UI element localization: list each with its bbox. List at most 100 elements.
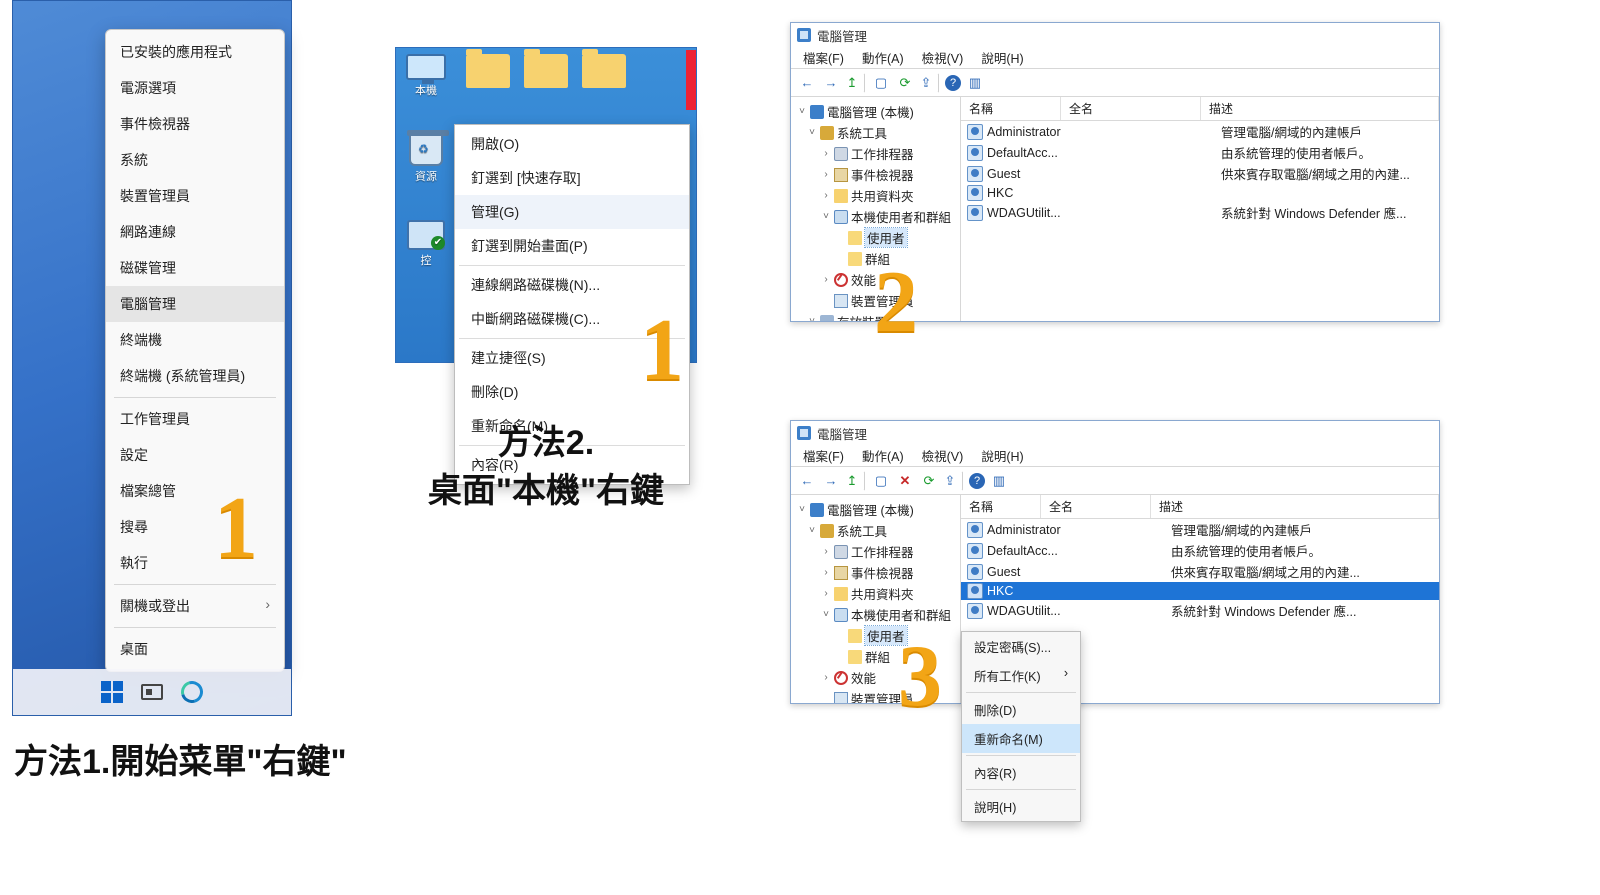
forward-button[interactable]: →: [821, 73, 841, 93]
winx-item[interactable]: 桌面: [106, 631, 284, 667]
winx-item[interactable]: 事件檢視器: [106, 106, 284, 142]
help-button[interactable]: ?: [969, 473, 985, 489]
ctx-item[interactable]: 開啟(O): [455, 127, 689, 161]
menu-item[interactable]: 說明(H): [973, 444, 1031, 467]
control-panel-icon[interactable]: 控: [404, 220, 448, 268]
delete-button[interactable]: ✕: [895, 471, 915, 491]
user-row[interactable]: HKC: [961, 184, 1439, 202]
collapse-icon[interactable]: ˅: [821, 211, 831, 222]
collapse-icon[interactable]: ˅: [821, 609, 831, 620]
col-fullname[interactable]: 全名: [1061, 97, 1201, 120]
user-row[interactable]: WDAGUtilit...系統針對 Windows Defender 應...: [961, 600, 1439, 621]
back-button[interactable]: ←: [797, 73, 817, 93]
tree-node[interactable]: ˅電腦管理 (本機): [793, 499, 958, 520]
expand-icon[interactable]: ›: [821, 148, 831, 159]
up-button[interactable]: ↥: [845, 471, 865, 491]
extra-button[interactable]: ▥: [989, 471, 1009, 491]
winx-item[interactable]: 設定: [106, 437, 284, 473]
menu-item[interactable]: 檢視(V): [914, 444, 972, 467]
col-name[interactable]: 名稱: [961, 495, 1041, 518]
recycle-bin-icon[interactable]: ♻資源: [404, 134, 448, 184]
user-row[interactable]: Guest供來賓存取電腦/網域之用的內建...: [961, 163, 1439, 184]
expand-icon[interactable]: ›: [821, 169, 831, 180]
refresh-button[interactable]: ⟳: [895, 73, 915, 93]
tree-node[interactable]: ˅電腦管理 (本機): [793, 101, 958, 122]
winx-item[interactable]: 系統: [106, 142, 284, 178]
start-button[interactable]: [101, 681, 123, 703]
col-fullname[interactable]: 全名: [1041, 495, 1151, 518]
taskview-icon[interactable]: [141, 684, 163, 700]
menu-item[interactable]: 檔案(F): [795, 444, 852, 467]
expand-icon[interactable]: ›: [821, 672, 831, 683]
back-button[interactable]: ←: [797, 471, 817, 491]
expand-icon[interactable]: ›: [821, 588, 831, 599]
winx-item[interactable]: 裝置管理員: [106, 178, 284, 214]
tree-node[interactable]: ›工作排程器: [793, 541, 958, 562]
ctx-item[interactable]: 設定密碼(S)...: [962, 632, 1080, 661]
user-row[interactable]: DefaultAcc...由系統管理的使用者帳戶。: [961, 540, 1439, 561]
winx-item[interactable]: 電腦管理: [106, 286, 284, 322]
col-desc[interactable]: 描述: [1151, 495, 1439, 518]
winx-item[interactable]: 磁碟管理: [106, 250, 284, 286]
folder-icon[interactable]: [582, 54, 626, 88]
up-button[interactable]: ↥: [845, 73, 865, 93]
ctx-item[interactable]: 所有工作(K): [962, 661, 1080, 690]
folder-icon[interactable]: [466, 54, 510, 88]
tree-node[interactable]: ›共用資料夾: [793, 583, 958, 604]
this-pc-icon[interactable]: 本機: [404, 54, 448, 98]
menu-item[interactable]: 動作(A): [854, 46, 912, 69]
expand-icon[interactable]: ›: [821, 546, 831, 557]
export-button[interactable]: ⇪: [919, 73, 939, 93]
expand-icon[interactable]: ˅: [797, 106, 807, 117]
expand-icon[interactable]: ›: [821, 567, 831, 578]
ctx-item[interactable]: 釘選到開始畫面(P): [455, 229, 689, 263]
winx-item[interactable]: 網路連線: [106, 214, 284, 250]
user-row[interactable]: Administrator管理電腦/網域的內建帳戶: [961, 121, 1439, 142]
tree-node[interactable]: ˅系統工具: [793, 520, 958, 541]
ctx-item[interactable]: 內容(R): [962, 758, 1080, 787]
winx-item[interactable]: 終端機: [106, 322, 284, 358]
user-row[interactable]: DefaultAcc...由系統管理的使用者帳戶。: [961, 142, 1439, 163]
props-button[interactable]: ▢: [871, 73, 891, 93]
collapse-icon[interactable]: ˅: [807, 316, 817, 321]
folder-icon[interactable]: [524, 54, 568, 88]
expand-icon[interactable]: ›: [821, 190, 831, 201]
winx-item[interactable]: 終端機 (系統管理員): [106, 358, 284, 394]
collapse-icon[interactable]: ˅: [807, 127, 817, 138]
ctx-item[interactable]: 說明(H): [962, 792, 1080, 821]
ctx-item[interactable]: 刪除(D): [962, 695, 1080, 724]
forward-button[interactable]: →: [821, 471, 841, 491]
extra-button[interactable]: ▥: [965, 73, 985, 93]
tree-node[interactable]: ˅系統工具: [793, 122, 958, 143]
tree-node[interactable]: ˅本機使用者和群組: [793, 206, 958, 227]
expand-icon[interactable]: ›: [821, 274, 831, 285]
tree-node[interactable]: ›共用資料夾: [793, 185, 958, 206]
user-row[interactable]: Administrator管理電腦/網域的內建帳戶: [961, 519, 1439, 540]
edge-icon[interactable]: [177, 677, 207, 707]
user-row[interactable]: HKC: [961, 582, 1439, 600]
winx-item[interactable]: 工作管理員: [106, 401, 284, 437]
menu-item[interactable]: 動作(A): [854, 444, 912, 467]
winx-item[interactable]: 已安裝的應用程式: [106, 34, 284, 70]
col-desc[interactable]: 描述: [1201, 97, 1439, 120]
tree-node[interactable]: ›事件檢視器: [793, 164, 958, 185]
user-row[interactable]: Guest供來賓存取電腦/網域之用的內建...: [961, 561, 1439, 582]
ctx-item[interactable]: 釘選到 [快速存取]: [455, 161, 689, 195]
tree-node[interactable]: ›工作排程器: [793, 143, 958, 164]
export-button[interactable]: ⇪: [943, 471, 963, 491]
props-button[interactable]: ▢: [871, 471, 891, 491]
expand-icon[interactable]: ˅: [797, 504, 807, 515]
winx-item[interactable]: 關機或登出: [106, 588, 284, 624]
menu-item[interactable]: 說明(H): [973, 46, 1031, 69]
refresh-button[interactable]: ⟳: [919, 471, 939, 491]
ctx-item[interactable]: 連線網路磁碟機(N)...: [455, 268, 689, 302]
tree-node[interactable]: ›事件檢視器: [793, 562, 958, 583]
winx-item[interactable]: 電源選項: [106, 70, 284, 106]
tree-node[interactable]: ˅本機使用者和群組: [793, 604, 958, 625]
user-row[interactable]: WDAGUtilit...系統針對 Windows Defender 應...: [961, 202, 1439, 223]
tree-node[interactable]: 使用者: [793, 227, 958, 248]
menu-item[interactable]: 檢視(V): [914, 46, 972, 69]
ctx-item[interactable]: 重新命名(M): [962, 724, 1080, 753]
menu-item[interactable]: 檔案(F): [795, 46, 852, 69]
collapse-icon[interactable]: ˅: [807, 525, 817, 536]
